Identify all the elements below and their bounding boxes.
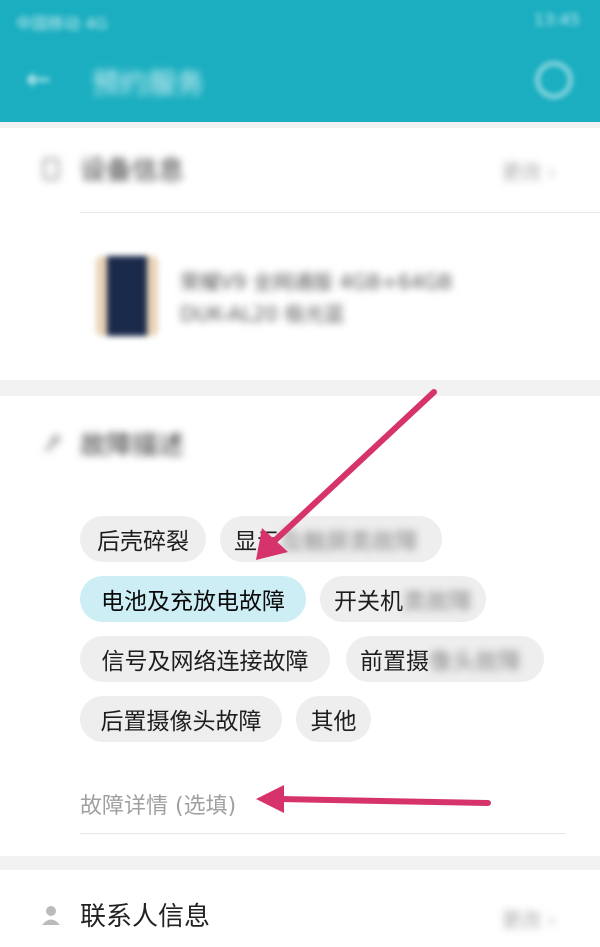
fault-section-header: 故障描述 bbox=[42, 425, 184, 462]
chip-battery-charging[interactable]: 电池及充放电故障 bbox=[80, 576, 306, 622]
chip-back-shell[interactable]: 后壳碎裂 bbox=[80, 516, 206, 562]
device-section-title: 设备信息 bbox=[80, 156, 185, 186]
detail-underline bbox=[80, 833, 566, 834]
fault-detail-input[interactable]: 故障详情 (选填) bbox=[80, 788, 236, 820]
chip-other[interactable]: 其他 bbox=[296, 696, 371, 742]
fault-section-title: 故障描述 bbox=[80, 431, 185, 461]
device-thumbnail bbox=[96, 256, 158, 336]
carrier-text: 中国移动 4G bbox=[16, 14, 108, 33]
person-icon bbox=[42, 905, 60, 925]
device-change-link[interactable]: 更改 › bbox=[502, 156, 556, 185]
chip-power-onoff[interactable]: 开关机 类故障 bbox=[320, 576, 486, 622]
chip-front-camera[interactable]: 前置摄 像头故障 bbox=[346, 636, 544, 682]
chevron-right-icon: › bbox=[548, 160, 556, 184]
clock-text: 13:45 bbox=[533, 10, 580, 29]
chip-signal-network[interactable]: 信号及网络连接故障 bbox=[80, 636, 330, 682]
contact-section-title: 联系人信息 bbox=[80, 902, 211, 932]
app-bar: ← 预约服务 bbox=[0, 40, 600, 122]
chevron-right-icon: › bbox=[548, 908, 556, 932]
contact-section-header[interactable]: 联系人信息 bbox=[42, 896, 210, 933]
chip-display-touch[interactable]: 显示 及触屏类故障 bbox=[220, 516, 442, 562]
back-arrow-icon[interactable]: ← bbox=[26, 62, 62, 98]
page-title: 预约服务 bbox=[92, 67, 205, 100]
status-bar: 中国移动 4G 13:45 bbox=[0, 0, 600, 40]
help-icon[interactable] bbox=[536, 62, 572, 98]
fault-card bbox=[0, 396, 600, 856]
divider bbox=[80, 212, 600, 213]
device-model: DUK-AL20 极光蓝 bbox=[180, 302, 345, 326]
device-section-header: 设备信息 bbox=[42, 150, 184, 187]
chip-rear-camera[interactable]: 后置摄像头故障 bbox=[80, 696, 282, 742]
device-name: 荣耀V9 全网通版 4GB+64GB bbox=[180, 270, 453, 294]
contact-change-link[interactable]: 更改 › bbox=[502, 904, 556, 933]
phone-icon bbox=[43, 157, 59, 180]
wrench-icon bbox=[44, 434, 60, 452]
